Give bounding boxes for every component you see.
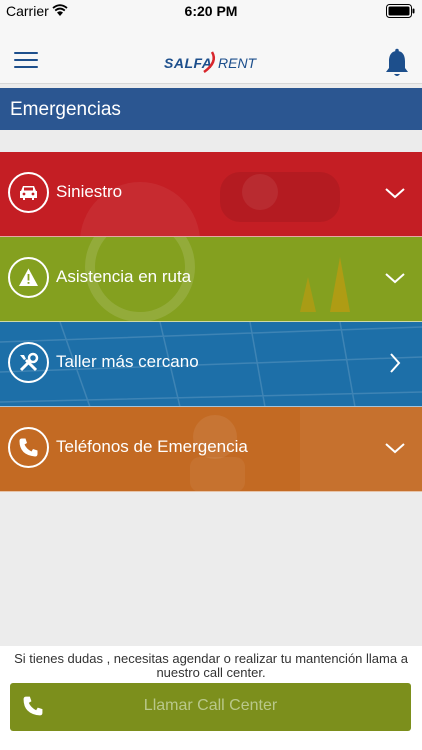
- phone-icon-badge: [8, 427, 49, 468]
- menu-item-taller-mas-cercano[interactable]: Taller más cercano: [0, 322, 422, 407]
- chevron-right-icon: [390, 353, 401, 373]
- call-center-button[interactable]: Llamar Call Center: [10, 683, 411, 731]
- status-bar: Carrier 6:20 PM: [0, 0, 422, 22]
- chevron-down-icon: [385, 443, 405, 454]
- battery-icon: [386, 4, 415, 18]
- call-center-note: Si tienes dudas , necesitas agendar o re…: [14, 651, 408, 680]
- salfarent-logo: SALFA RENT: [160, 50, 265, 74]
- warning-icon-badge: [8, 257, 49, 298]
- call-center-footer: Si tienes dudas , necesitas agendar o re…: [0, 646, 422, 750]
- chevron-down-icon: [385, 188, 405, 199]
- menu-item-telefonos-de-emergencia[interactable]: Teléfonos de Emergencia: [0, 407, 422, 492]
- nav-bar: SALFA RENT: [0, 22, 422, 84]
- menu-item-asistencia-en-ruta[interactable]: Asistencia en ruta: [0, 237, 422, 322]
- emergency-menu: Siniestro Asistencia en ruta Taller más …: [0, 152, 422, 492]
- warning-icon: [19, 268, 38, 286]
- logo-text-rent: RENT: [218, 55, 257, 71]
- menu-item-label: Taller más cercano: [56, 352, 199, 371]
- phone-icon: [19, 438, 38, 457]
- menu-item-label: Teléfonos de Emergencia: [56, 437, 248, 456]
- menu-item-label: Asistencia en ruta: [56, 267, 192, 286]
- menu-item-siniestro[interactable]: Siniestro: [0, 152, 422, 237]
- bell-icon[interactable]: [384, 48, 410, 78]
- page-title: Emergencias: [10, 99, 121, 120]
- chevron-down-icon: [385, 273, 405, 284]
- menu-item-label: Siniestro: [56, 182, 123, 201]
- tools-icon-badge: [8, 342, 49, 383]
- clock: 6:20 PM: [184, 3, 238, 19]
- logo-swoosh-icon: [203, 51, 215, 74]
- call-center-button-label: Llamar Call Center: [143, 697, 278, 714]
- car-icon: [20, 186, 37, 200]
- car-icon-badge: [8, 172, 49, 213]
- menu-icon[interactable]: [14, 52, 38, 70]
- tools-icon: [19, 352, 39, 372]
- page-title-bar: Emergencias: [0, 88, 422, 130]
